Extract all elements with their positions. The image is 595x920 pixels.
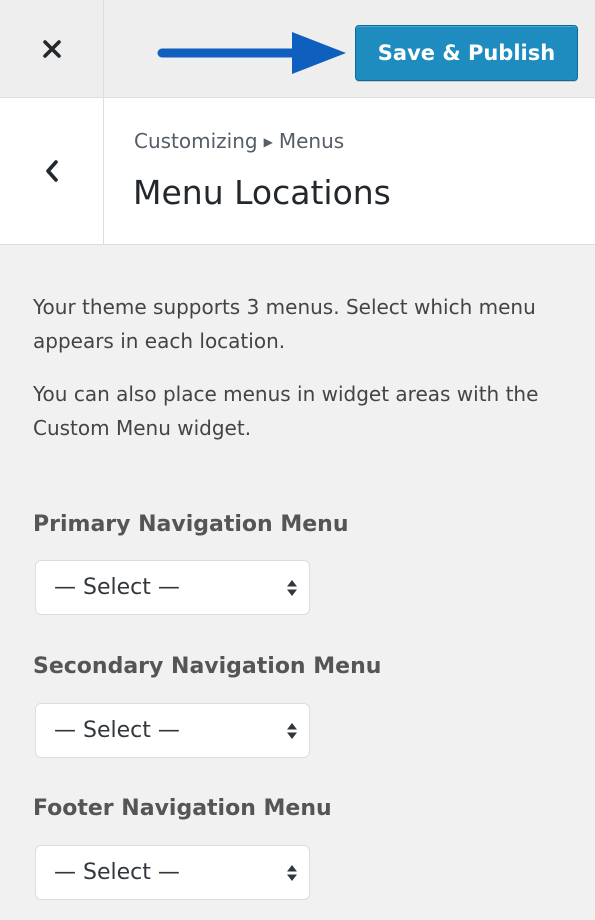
breadcrumb-current: Menus	[278, 129, 345, 153]
close-button[interactable]	[0, 0, 104, 97]
arrow-right-icon	[152, 30, 352, 80]
section-header: Customizing ▶ Menus Menu Locations	[0, 98, 595, 245]
menu-locations-panel: Your theme supports 3 menus. Select whic…	[33, 290, 578, 900]
location-label-primary: Primary Navigation Menu	[33, 512, 349, 537]
back-button[interactable]	[0, 98, 104, 244]
select-arrows-icon	[286, 722, 298, 740]
chevron-left-icon	[44, 159, 60, 183]
location-label-secondary: Secondary Navigation Menu	[33, 654, 382, 679]
breadcrumb: Customizing ▶ Menus	[134, 129, 344, 153]
select-arrows-icon	[286, 864, 298, 882]
select-value: — Select —	[54, 575, 180, 600]
caret-right-icon: ▶	[263, 135, 273, 149]
location-secondary: Secondary Navigation Menu — Select —	[33, 652, 381, 758]
select-secondary-menu[interactable]: — Select —	[35, 703, 310, 758]
customizer-header: Save & Publish	[0, 0, 595, 98]
select-arrows-icon	[286, 579, 298, 597]
location-footer: Footer Navigation Menu — Select —	[33, 794, 332, 900]
save-publish-button[interactable]: Save & Publish	[355, 25, 578, 81]
select-footer-menu[interactable]: — Select —	[35, 845, 310, 900]
location-label-footer: Footer Navigation Menu	[33, 796, 332, 821]
page-title: Menu Locations	[133, 173, 391, 212]
location-primary: Primary Navigation Menu — Select —	[33, 510, 349, 615]
description-text: Your theme supports 3 menus. Select whic…	[33, 295, 536, 353]
close-icon	[42, 39, 62, 59]
select-value: — Select —	[54, 718, 180, 743]
description-text-widget: You can also place menus in widget areas…	[33, 382, 539, 440]
breadcrumb-parent: Customizing	[134, 129, 258, 153]
select-value: — Select —	[54, 860, 180, 885]
select-primary-menu[interactable]: — Select —	[35, 560, 310, 615]
